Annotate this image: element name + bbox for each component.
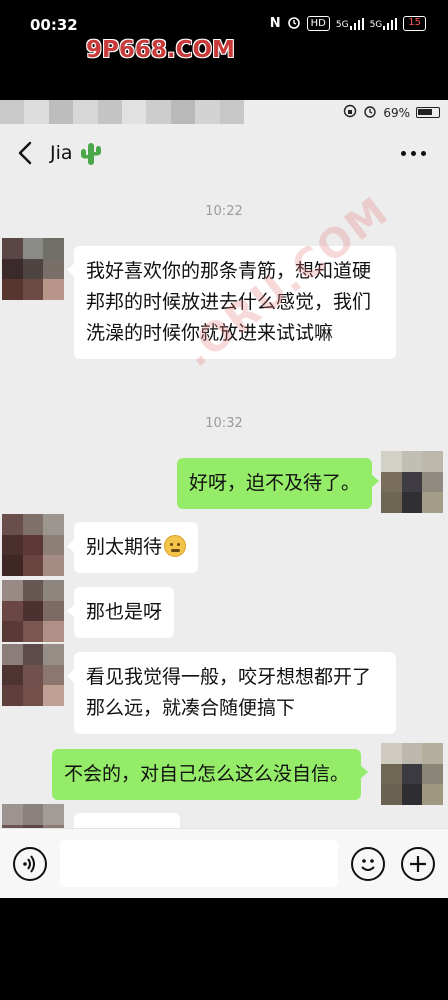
more-dot — [411, 151, 416, 156]
lock-rotation-icon — [343, 104, 357, 121]
avatar[interactable] — [2, 238, 64, 300]
voice-icon[interactable] — [13, 847, 47, 881]
message-bubble[interactable]: 别太期待 — [66, 522, 199, 573]
avatar[interactable] — [381, 743, 443, 805]
chat-title: Jia — [50, 142, 73, 164]
avatar[interactable] — [2, 644, 64, 706]
signal-icon-2: 5G — [369, 17, 398, 30]
alarm-icon — [363, 104, 377, 121]
battery-percent: 69% — [383, 105, 410, 120]
battery-level: 15 — [408, 17, 421, 28]
message-bubble[interactable]: 不会的，对自己怎么这么没自信。 — [52, 749, 369, 800]
more-dots-icon[interactable] — [401, 151, 426, 156]
avatar[interactable] — [2, 580, 64, 642]
chevron-left-icon[interactable] — [14, 140, 36, 166]
alarm-icon — [287, 15, 301, 32]
battery-icon: 15 — [403, 16, 426, 31]
cactus-icon — [79, 140, 103, 168]
timestamp: 10:32 — [205, 416, 243, 431]
message-bubble[interactable]: 好呀，迫不及待了。 — [177, 458, 380, 509]
battery-icon — [416, 107, 440, 118]
status-icons: N HD 5G 5G 15 — [270, 15, 426, 32]
nfc-icon: N — [269, 16, 281, 31]
inner-status-bar: 69% — [0, 100, 448, 126]
timestamp: 10:22 — [205, 204, 243, 219]
message-bubble[interactable]: 我好喜欢你的那条青筋，想知道硬邦邦的时候放进去什么感觉，我们洗澡的时候你就放进来… — [67, 246, 396, 359]
hd-icon: HD — [306, 16, 330, 31]
avatar[interactable] — [2, 514, 64, 576]
pixelated-region — [0, 100, 245, 124]
smiley-face-icon[interactable] — [351, 847, 385, 881]
plus-icon[interactable] — [401, 847, 435, 881]
avatar[interactable] — [381, 451, 443, 513]
message-bubble[interactable]: 那也是呀 — [66, 587, 175, 638]
status-time: 00:32 — [30, 16, 78, 34]
input-bar — [0, 828, 448, 898]
message-list[interactable]: 10:22 我好喜欢你的那条青筋，想知道硬邦邦的时候放进去什么感觉，我们洗澡的时… — [0, 182, 448, 866]
signal-icon-1: 5G — [335, 17, 364, 30]
message-text: 别太期待 — [86, 536, 163, 558]
chat-header: Jia — [0, 128, 448, 182]
bottom-area — [0, 898, 448, 1000]
inner-status-icons: 69% — [343, 104, 440, 121]
message-input[interactable] — [60, 840, 338, 887]
message-bubble[interactable]: 看见我觉得一般，咬牙想想都开了那么远，就凑合随便搞下 — [67, 652, 396, 734]
signal-label-1: 5G — [335, 19, 349, 30]
more-dot — [421, 151, 426, 156]
chat-screen: 69% Jia 10:22 我好喜欢你的那条青筋，想知道硬邦邦的时候放进去什么感… — [0, 100, 448, 898]
watermark-logo: 9P668.COM — [86, 37, 235, 63]
grimacing-face-icon — [164, 535, 187, 557]
signal-label-2: 5G — [369, 19, 383, 30]
more-dot — [401, 151, 406, 156]
